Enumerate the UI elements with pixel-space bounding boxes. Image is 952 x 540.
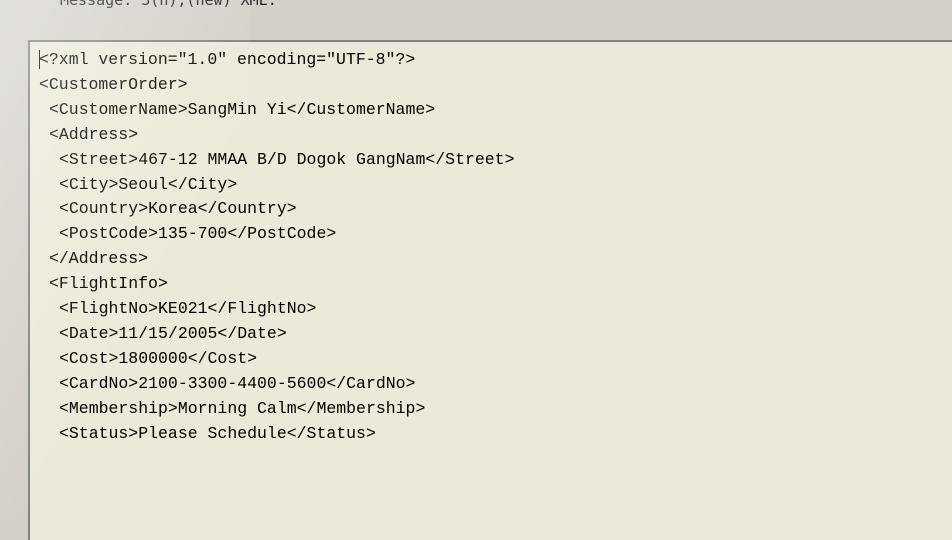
xml-line: <Address> xyxy=(49,124,139,144)
xml-line: </Address> xyxy=(49,249,149,269)
xml-line: <?xml version="1.0" encoding="UTF-8"?> xyxy=(39,50,416,69)
xml-line: <City>Seoul</City> xyxy=(59,174,238,194)
xml-editor-textarea[interactable]: <?xml version="1.0" encoding="UTF-8"?> <C… xyxy=(28,40,952,540)
message-header-label: Message: 3(n),(new) XML: xyxy=(60,0,277,9)
xml-line: <Membership>Morning Calm</Membership> xyxy=(59,398,426,418)
xml-line: <Date>11/15/2005</Date> xyxy=(59,323,287,343)
xml-line: <Street>467-12 MMAA B/D Dogok GangNam</S… xyxy=(59,149,515,169)
xml-line: <FlightInfo> xyxy=(49,274,168,294)
xml-content: <?xml version="1.0" encoding="UTF-8"?> <C… xyxy=(39,48,952,540)
xml-line: <CustomerName>SangMin Yi</CustomerName> xyxy=(49,99,436,119)
xml-line: <Status>Please Schedule</Status> xyxy=(59,423,376,443)
xml-line: <Cost>1800000</Cost> xyxy=(59,348,258,368)
xml-line: <CustomerOrder> xyxy=(39,74,188,94)
xml-line: <FlightNo>KE021</FlightNo> xyxy=(59,299,317,318)
xml-line: <PostCode>135-700</PostCode> xyxy=(59,224,337,244)
xml-line: <Country>Korea</Country> xyxy=(59,199,297,219)
xml-line: <CardNo>2100-3300-4400-5600</CardNo> xyxy=(59,373,416,393)
